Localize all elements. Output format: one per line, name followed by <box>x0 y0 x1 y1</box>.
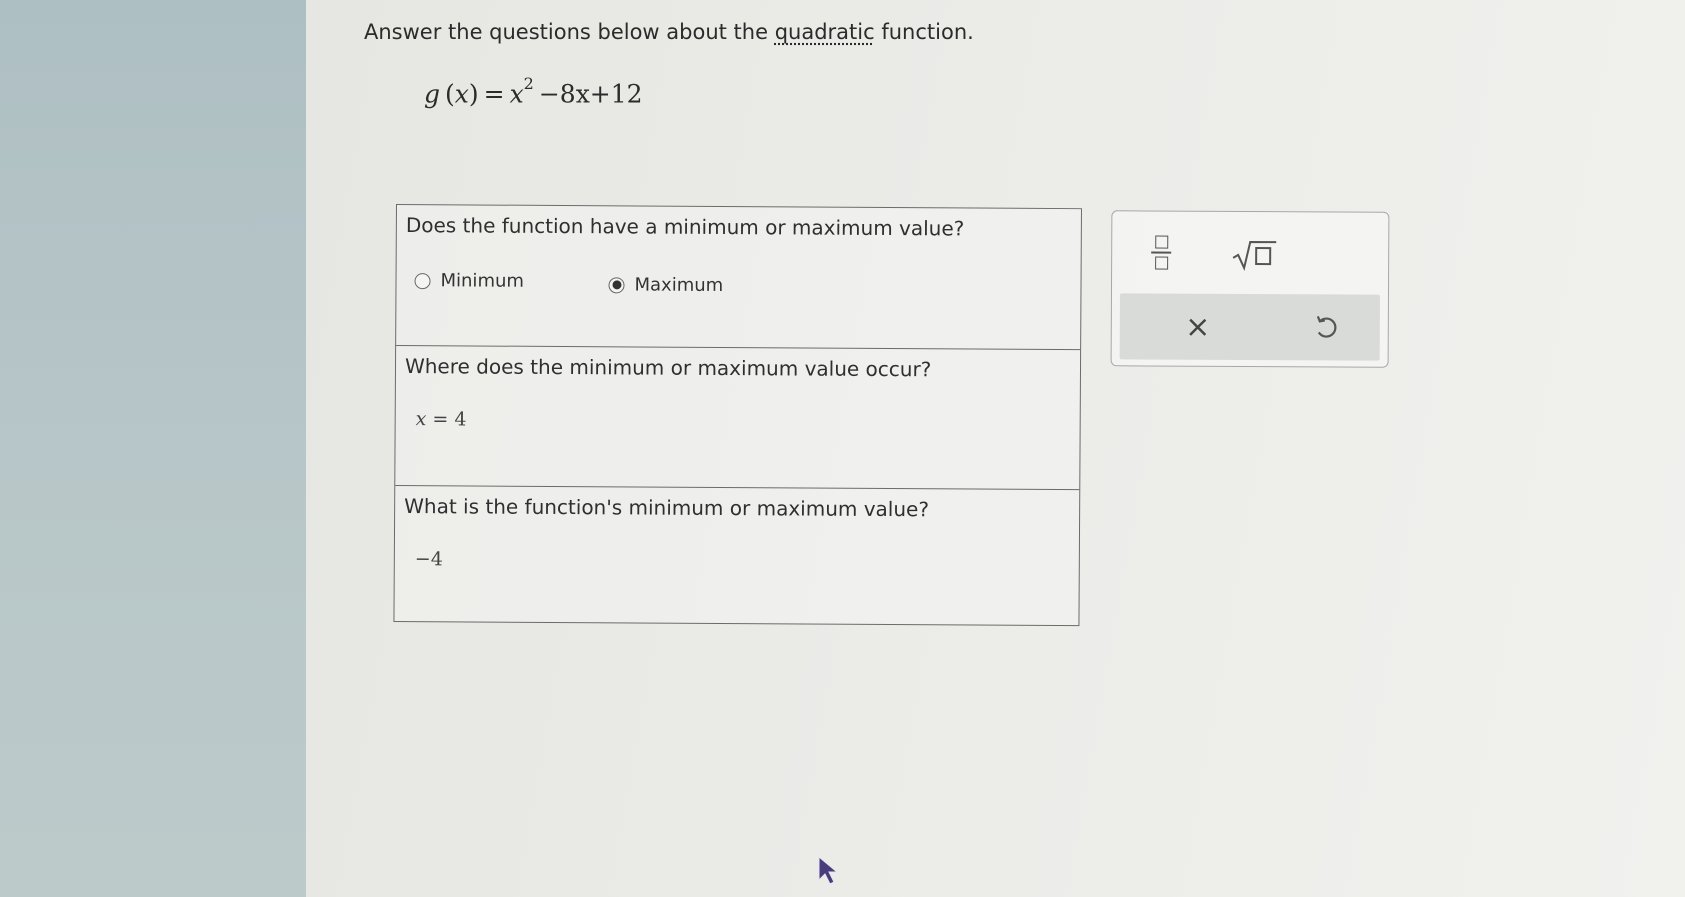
close-icon[interactable]: × <box>1178 307 1218 347</box>
toolbar-action-bar: × <box>1119 293 1380 361</box>
pointer-svg <box>818 855 839 885</box>
question-table: Does the function have a minimum or maxi… <box>393 204 1082 627</box>
location-answer-value: 4 <box>454 408 467 431</box>
math-input-toolbar: × <box>1110 210 1390 368</box>
value-answer-field[interactable]: −4 <box>415 548 443 570</box>
question-location: Where does the minimum or maximum value … <box>404 354 932 382</box>
square-root-icon[interactable] <box>1230 234 1280 274</box>
minimum-radio-option[interactable]: Minimum <box>414 270 524 292</box>
question-value: What is the function's minimum or maximu… <box>404 494 930 522</box>
value-answer-value: −4 <box>414 548 443 571</box>
exponent: 2 <box>523 74 534 93</box>
function-variable: x <box>454 79 469 109</box>
answer-equals: = <box>426 408 455 431</box>
numerator-box <box>1154 235 1168 249</box>
mouse-pointer-icon <box>818 855 840 890</box>
left-sidebar <box>0 0 306 897</box>
squared-variable: x <box>509 79 524 109</box>
function-name: g <box>424 79 441 109</box>
maximum-radio-button[interactable] <box>608 276 625 293</box>
equation-remainder: −8x+12 <box>538 79 643 109</box>
square-root-svg <box>1232 240 1277 272</box>
minimum-radio-button[interactable] <box>414 272 431 289</box>
instruction-prefix: Answer the questions below about the <box>364 20 775 44</box>
undo-svg <box>1316 315 1337 338</box>
fraction-bar <box>1151 251 1172 254</box>
quadratic-link[interactable]: quadratic <box>775 20 875 44</box>
maximum-radio-option[interactable]: Maximum <box>608 274 723 296</box>
maximum-label: Maximum <box>634 274 724 297</box>
denominator-box <box>1154 256 1168 270</box>
minimum-label: Minimum <box>440 270 525 292</box>
question-min-or-max: Does the function have a minimum or maxi… <box>405 213 965 241</box>
question-row-value: What is the function's minimum or maximu… <box>394 485 1080 626</box>
location-answer-field[interactable]: x = 4 <box>416 408 467 430</box>
fraction-icon[interactable] <box>1146 229 1176 275</box>
function-equation: g (x) = x2 −8x+12 <box>424 74 643 109</box>
instruction-text: Answer the questions below about the qua… <box>364 20 974 44</box>
question-row-min-max: Does the function have a minimum or maxi… <box>396 205 1081 349</box>
undo-icon[interactable] <box>1306 307 1346 347</box>
answer-variable: x <box>415 408 427 431</box>
question-row-location: Where does the minimum or maximum value … <box>395 345 1081 490</box>
instruction-suffix: function. <box>874 20 974 44</box>
